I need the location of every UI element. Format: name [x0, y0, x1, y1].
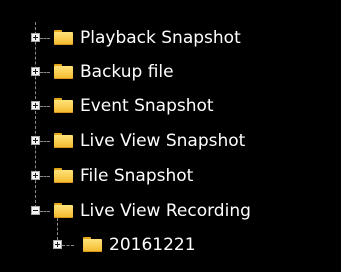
expand-plus-icon[interactable] — [31, 136, 40, 145]
tree-item-label[interactable]: Backup file — [80, 61, 174, 83]
expand-plus-icon[interactable] — [53, 240, 62, 249]
collapse-minus-icon[interactable] — [31, 206, 40, 215]
tree-item-file-snapshot[interactable]: File Snapshot — [0, 165, 341, 187]
folder-icon — [54, 203, 73, 218]
folder-icon — [54, 98, 73, 113]
tree-item-playback-snapshot[interactable]: Playback Snapshot — [0, 27, 341, 49]
tree-item-label[interactable]: 20161221 — [109, 234, 196, 256]
folder-tree: Playback Snapshot Backup file Event Snap… — [0, 0, 341, 272]
tree-item-label[interactable]: Event Snapshot — [80, 95, 214, 117]
expand-plus-icon[interactable] — [31, 101, 40, 110]
tree-item-backup-file[interactable]: Backup file — [0, 61, 341, 83]
folder-icon — [54, 168, 73, 183]
expand-plus-icon[interactable] — [31, 33, 40, 42]
tree-item-label[interactable]: File Snapshot — [80, 165, 193, 187]
folder-icon — [54, 30, 73, 45]
folder-icon — [54, 133, 73, 148]
tree-item-label[interactable]: Live View Snapshot — [80, 130, 245, 152]
folder-icon — [54, 64, 73, 79]
tree-item-event-snapshot[interactable]: Event Snapshot — [0, 95, 341, 117]
tree-item-label[interactable]: Playback Snapshot — [80, 27, 241, 49]
tree-item-live-view-snapshot[interactable]: Live View Snapshot — [0, 130, 341, 152]
tree-item-20161221[interactable]: 20161221 — [0, 234, 341, 256]
expand-plus-icon[interactable] — [31, 67, 40, 76]
tree-item-label[interactable]: Live View Recording — [80, 200, 251, 222]
tree-item-live-view-recording[interactable]: Live View Recording — [0, 200, 341, 222]
folder-icon — [83, 237, 102, 252]
expand-plus-icon[interactable] — [31, 171, 40, 180]
